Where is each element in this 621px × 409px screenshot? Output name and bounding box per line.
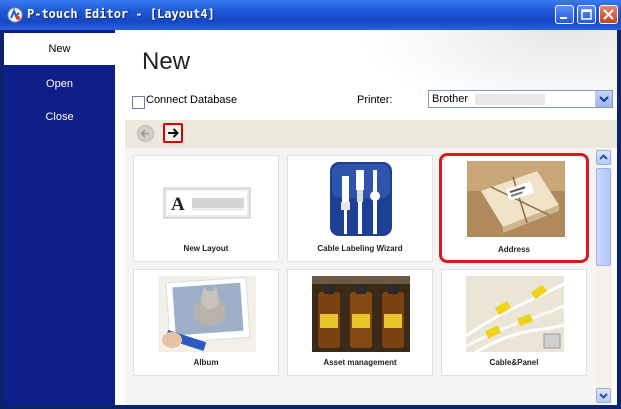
template-label: Address xyxy=(497,245,530,254)
connect-database-checkbox[interactable] xyxy=(132,96,145,109)
chevron-down-icon xyxy=(599,393,608,399)
printer-value: Brother xyxy=(432,93,469,105)
template-cable-panel[interactable]: Cable&Panel xyxy=(441,269,587,376)
minimize-icon xyxy=(560,17,567,19)
sidebar-item-label: Open xyxy=(46,78,73,90)
template-label: New Layout xyxy=(183,244,229,253)
sidebar-item-label: Close xyxy=(45,111,74,123)
title-bar[interactable]: P-touch Editor - [Layout4] xyxy=(0,0,621,30)
close-button[interactable] xyxy=(599,5,618,24)
back-button[interactable] xyxy=(137,125,154,142)
back-arrow-icon xyxy=(140,129,149,138)
printer-model-redacted xyxy=(475,94,545,105)
main-panel: New Connect Database Printer: Brother A … xyxy=(115,30,617,405)
template-label: Album xyxy=(193,358,219,367)
chevron-up-icon xyxy=(599,154,608,160)
sidebar-item-new[interactable]: New xyxy=(4,33,115,65)
template-asset-management[interactable]: Asset management xyxy=(287,269,433,376)
sidebar: New Open Close xyxy=(4,30,115,405)
sidebar-item-label: New xyxy=(48,43,71,55)
template-label: Asset management xyxy=(323,358,397,367)
sidebar-item-open[interactable]: Open xyxy=(4,68,115,100)
printer-select[interactable]: Brother xyxy=(428,90,613,108)
asset-bottles-icon xyxy=(312,276,410,352)
scroll-thumb[interactable] xyxy=(596,168,611,266)
close-icon xyxy=(603,9,614,20)
window-title: P-touch Editor - [Layout4] xyxy=(27,7,215,21)
printer-label: Printer: xyxy=(357,94,393,106)
navigation-bar xyxy=(125,120,617,148)
template-album[interactable]: Album xyxy=(133,269,279,376)
sidebar-item-close[interactable]: Close xyxy=(4,101,115,133)
scroll-up-button[interactable] xyxy=(596,150,611,165)
address-package-icon xyxy=(467,161,565,237)
maximize-icon xyxy=(581,9,592,20)
template-address[interactable]: Address xyxy=(439,153,589,263)
chevron-down-icon xyxy=(599,96,609,103)
template-grid: A New Layout Cable Labeling Wizard Addre… xyxy=(125,148,595,405)
template-label: Cable&Panel xyxy=(489,358,539,367)
page-title: New xyxy=(142,48,191,75)
minimize-button[interactable] xyxy=(555,5,574,24)
scroll-down-button[interactable] xyxy=(596,388,611,403)
cable-panel-icon xyxy=(466,276,564,352)
vertical-scrollbar[interactable] xyxy=(595,148,612,405)
connect-database-label[interactable]: Connect Database xyxy=(146,94,237,106)
new-layout-icon: A xyxy=(163,187,251,219)
template-new-layout[interactable]: A New Layout xyxy=(133,155,279,262)
cable-wizard-icon xyxy=(330,162,392,236)
forward-arrow-icon xyxy=(168,128,179,138)
template-cable-labeling-wizard[interactable]: Cable Labeling Wizard xyxy=(287,155,433,262)
app-window: P-touch Editor - [Layout4] New Open Clos… xyxy=(0,0,621,409)
p-touch-app-icon xyxy=(7,7,23,23)
svg-text:A: A xyxy=(171,194,185,215)
forward-button[interactable] xyxy=(163,123,183,143)
maximize-button[interactable] xyxy=(577,5,596,24)
dropdown-button[interactable] xyxy=(595,91,612,107)
template-label: Cable Labeling Wizard xyxy=(317,244,403,253)
album-cat-photo-icon xyxy=(158,276,256,352)
